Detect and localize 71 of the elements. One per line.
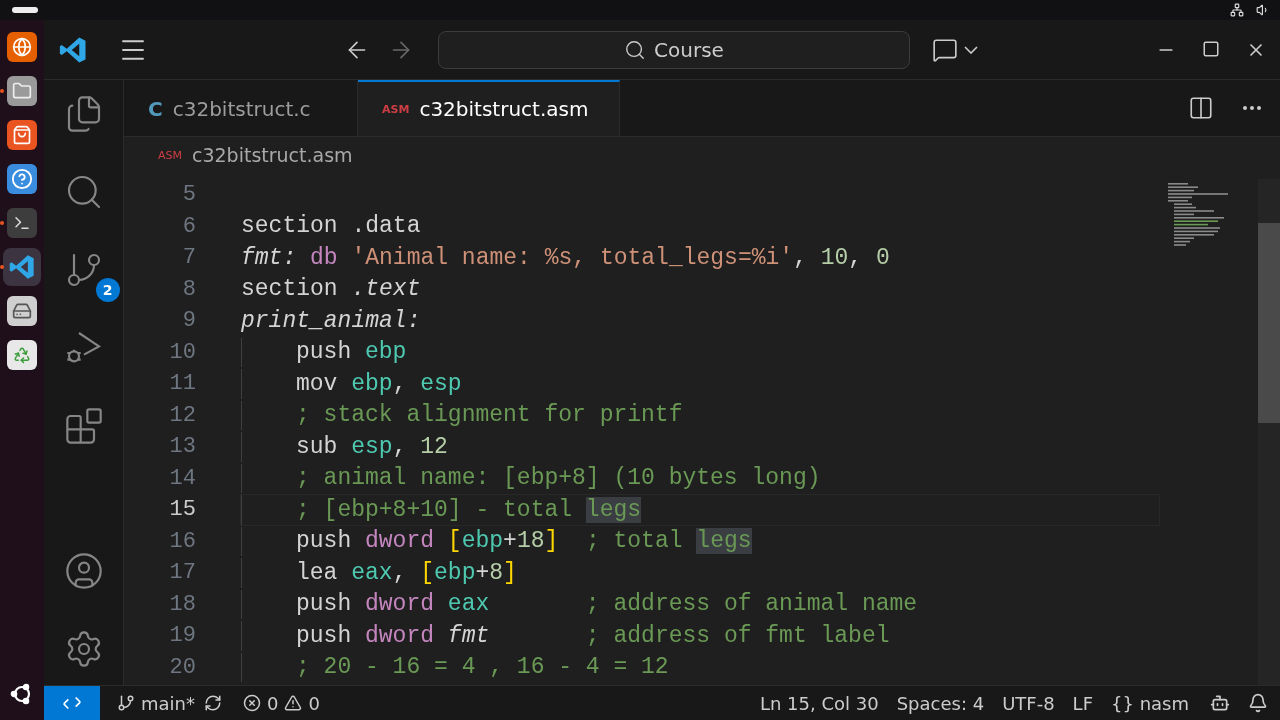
line-number: 9 <box>181 308 196 334</box>
file-type-icon: ASM <box>158 148 182 162</box>
line-number: 15 <box>168 497 196 523</box>
code-line: section .text <box>240 275 422 305</box>
copilot-icon[interactable] <box>1210 693 1230 713</box>
line-number: 8 <box>181 276 196 302</box>
editor-tab[interactable]: ASM c32bitstruct.asm <box>358 80 620 136</box>
chat-button[interactable] <box>932 36 978 63</box>
warning-count: 0 <box>308 692 320 714</box>
sync-icon[interactable] <box>204 694 222 712</box>
status-item[interactable]: LF <box>1063 692 1102 714</box>
error-count: 0 <box>267 692 279 714</box>
file-type-icon: C <box>148 97 163 121</box>
code-line: sub esp, 12 <box>240 431 1160 463</box>
status-item[interactable]: Spaces: 4 <box>887 692 994 714</box>
scrollbar-thumb[interactable] <box>1258 223 1280 423</box>
branch-status[interactable]: main* <box>108 692 204 714</box>
chevron-down-icon <box>964 45 978 54</box>
code-line: push dword [ebp+18] ; total legs <box>240 525 1160 557</box>
drive-icon <box>7 296 37 326</box>
status-item[interactable]: Ln 15, Col 30 <box>750 692 888 714</box>
code-line: lea eax, [ebp+8] <box>240 557 1160 589</box>
badge: 2 <box>95 278 120 302</box>
help-icon <box>7 164 37 194</box>
line-number: 12 <box>168 402 196 428</box>
file-type-icon: ASM <box>382 102 410 116</box>
line-number: 18 <box>168 591 196 617</box>
search-icon <box>624 38 647 61</box>
code-line: section .data <box>240 212 422 242</box>
command-center-search[interactable]: Course <box>438 30 910 69</box>
extensions-icon[interactable] <box>63 406 104 446</box>
network-icon[interactable] <box>1230 3 1244 17</box>
folder-icon <box>7 76 37 106</box>
workspace-indicator[interactable] <box>12 7 38 13</box>
code-line: fmt: db 'Animal name: %s, total_legs=%i', 10, 0 <box>240 243 891 273</box>
maximize-icon[interactable] <box>1202 39 1220 58</box>
line-number: 19 <box>168 623 196 649</box>
browser-icon <box>7 32 37 62</box>
code-line: ; animal name: [ebp+8] (10 bytes long) <box>240 462 1160 494</box>
code-line: ; 20 - 16 = 4 , 16 - 4 = 12 <box>240 651 1160 683</box>
breadcrumb-item[interactable]: c32bitstruct.asm <box>192 144 353 166</box>
line-number: 11 <box>168 371 196 397</box>
trash-icon <box>7 340 37 370</box>
branch-icon <box>117 694 135 712</box>
warning-icon <box>284 694 303 712</box>
error-icon <box>243 694 261 712</box>
code-line: push dword eax ; address of animal name <box>240 588 1160 620</box>
code-line: push dword fmt ; address of fmt label <box>240 620 1160 652</box>
line-number: 14 <box>168 465 196 491</box>
code-editor-logo-icon <box>8 253 36 281</box>
split-editor-icon[interactable] <box>1188 95 1214 121</box>
code-line: push ebp <box>240 336 1160 368</box>
problems-status[interactable]: 0 0 <box>234 692 329 714</box>
line-number: 16 <box>168 528 196 554</box>
line-number: 10 <box>168 339 196 365</box>
line-number: 13 <box>168 434 196 460</box>
account-icon[interactable] <box>63 551 104 591</box>
status-item[interactable]: UTF-8 <box>993 692 1064 714</box>
terminal-icon <box>7 208 37 238</box>
notifications-icon[interactable] <box>1248 693 1268 713</box>
shopping-bag-icon <box>7 120 37 150</box>
language-status[interactable]: {} nasm <box>1102 692 1198 714</box>
code-line: ; stack alignment for printf <box>240 399 1160 431</box>
line-number: 6 <box>181 213 196 239</box>
line-number: 20 <box>168 654 196 680</box>
code-line: mov ebp, esp <box>240 368 1160 400</box>
line-number: 5 <box>181 182 196 208</box>
line-number: 7 <box>181 245 196 271</box>
code-line: print_animal: <box>240 306 422 336</box>
line-number: 17 <box>168 560 196 586</box>
dock-app[interactable] <box>3 248 41 286</box>
